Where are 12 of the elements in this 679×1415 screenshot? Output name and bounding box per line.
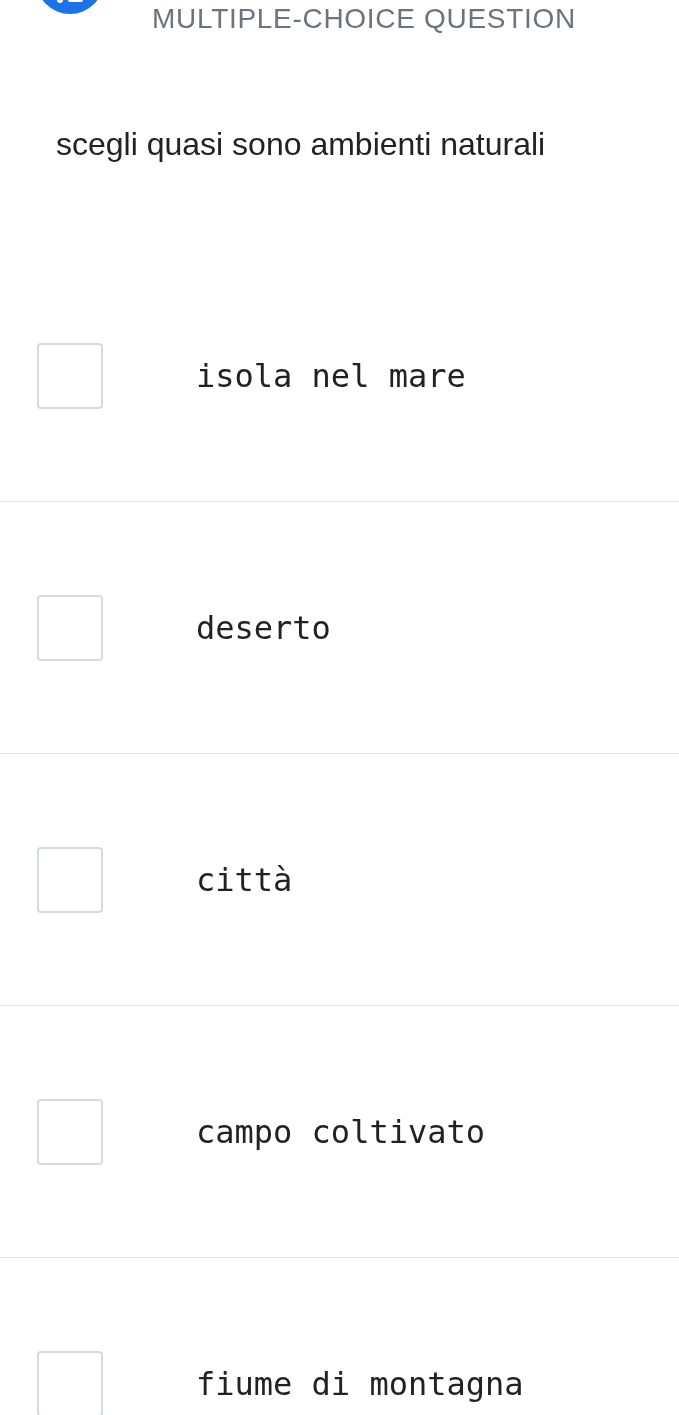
checkbox[interactable] (37, 1351, 103, 1415)
question-type-label: MULTIPLE-CHOICE QUESTION (152, 5, 576, 33)
option-label: deserto (196, 608, 331, 649)
question-text: scegli quasi sono ambienti naturali (56, 125, 547, 164)
checkbox[interactable] (37, 847, 103, 913)
option-label: campo coltivato (196, 1112, 485, 1153)
option-label: città (196, 860, 293, 901)
option-label: isola nel mare (196, 356, 466, 397)
checkbox[interactable] (37, 1099, 103, 1165)
checkbox[interactable] (37, 343, 103, 409)
option-label: fiume di montagna (196, 1364, 524, 1405)
checkbox[interactable] (37, 595, 103, 661)
